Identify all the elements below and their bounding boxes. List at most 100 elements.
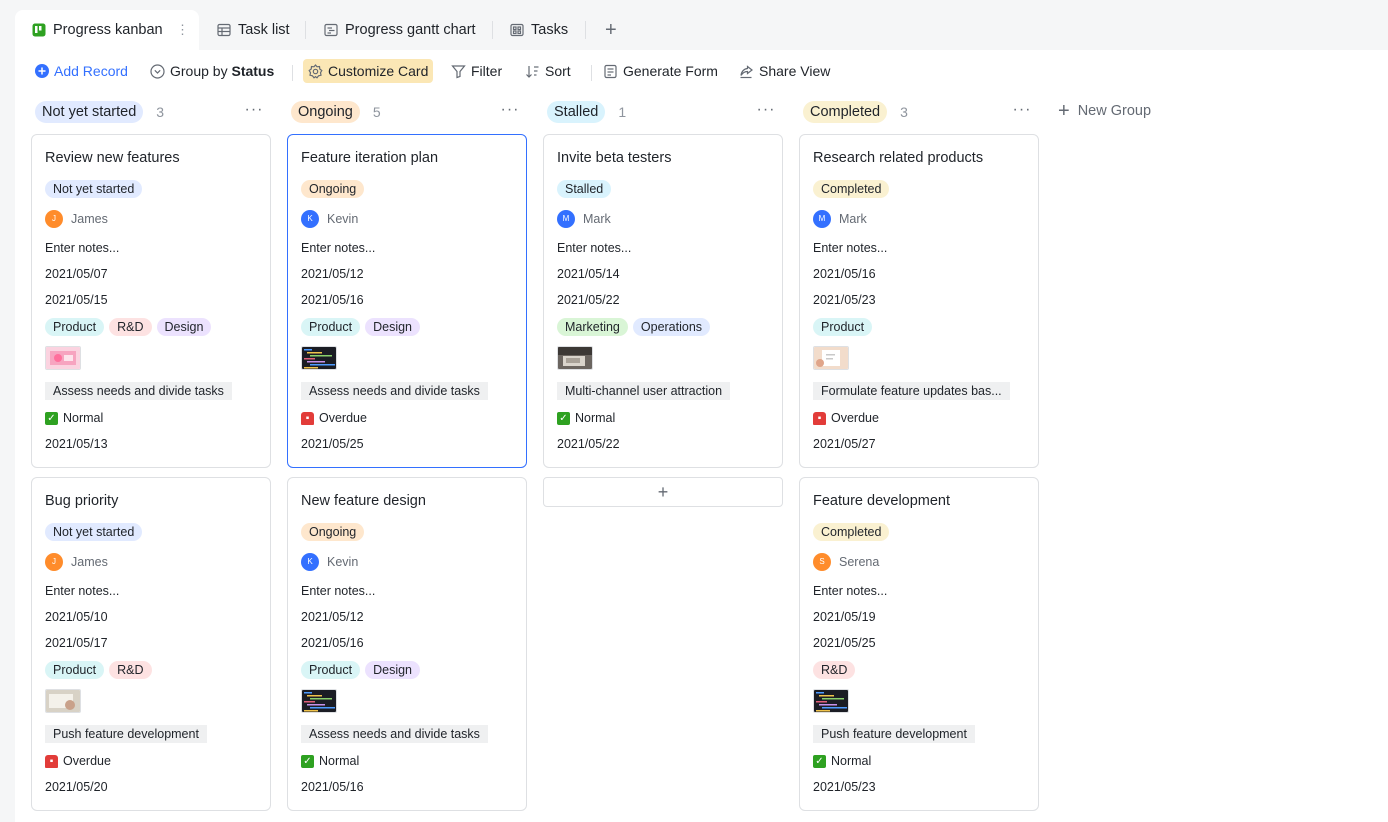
- generate-form-button[interactable]: Generate Form: [603, 60, 718, 82]
- tab-tasks[interactable]: Tasks: [510, 10, 568, 50]
- customize-card-button[interactable]: Customize Card: [303, 59, 434, 83]
- kanban-card[interactable]: Invite beta testers Stalled M Mark Enter not…: [543, 134, 783, 468]
- card-attachment-row: [301, 688, 337, 714]
- linked-record[interactable]: Push feature development: [813, 725, 975, 743]
- attachment-thumbnail[interactable]: [813, 689, 849, 713]
- card-attachment-row: [813, 688, 849, 714]
- card-link-row: Assess needs and divide tasks: [301, 724, 488, 744]
- card-end-date: 2021/05/15: [45, 293, 108, 307]
- kanban-card[interactable]: Review new features Not yet started J James…: [31, 134, 271, 468]
- sort-button[interactable]: Sort: [525, 60, 571, 82]
- column-more-icon[interactable]: ···: [1012, 100, 1032, 120]
- form-icon: [603, 64, 618, 79]
- card-notes: Enter notes...: [301, 241, 376, 255]
- column-status-pill[interactable]: Stalled: [547, 101, 606, 123]
- linked-record[interactable]: Formulate feature updates bas...: [813, 382, 1010, 400]
- person-name: Kevin: [327, 555, 359, 569]
- share-view-button[interactable]: Share View: [739, 60, 830, 82]
- attachment-thumbnail[interactable]: [45, 689, 81, 713]
- attachment-thumbnail[interactable]: [45, 346, 81, 370]
- kanban-card[interactable]: Bug priority Not yet started J James Enter n…: [31, 477, 271, 811]
- category-tag: R&D: [813, 661, 856, 679]
- siren-icon: ▪: [301, 411, 314, 425]
- add-record-button[interactable]: Add Record: [35, 60, 128, 82]
- column-more-icon[interactable]: ···: [500, 100, 520, 120]
- attachment-thumbnail[interactable]: [301, 346, 337, 370]
- person-name: James: [71, 212, 108, 226]
- tab-progress-kanban[interactable]: Progress kanban: [15, 10, 199, 50]
- card-health-row: ✓ Normal: [45, 408, 103, 428]
- add-record-label: Add Record: [54, 63, 128, 79]
- card-notes: Enter notes...: [813, 584, 888, 598]
- kanban-card[interactable]: Feature iteration plan Ongoing K Kevin Enter…: [287, 134, 527, 468]
- card-due-date: 2021/05/25: [301, 437, 364, 451]
- tab-more-icon[interactable]: ⋮: [176, 22, 189, 38]
- card-link-row: Multi-channel user attraction: [557, 381, 731, 401]
- attachment-thumbnail[interactable]: [813, 346, 849, 370]
- new-group-button[interactable]: + New Group: [1058, 101, 1151, 121]
- view-toolbar: Add Record Group by Status Customize Car…: [15, 50, 1388, 90]
- column-more-icon[interactable]: ···: [244, 100, 264, 120]
- avatar: M: [813, 210, 831, 228]
- card-person-row: J James: [45, 552, 108, 572]
- sort-icon: [525, 64, 540, 79]
- linked-record[interactable]: Multi-channel user attraction: [557, 382, 731, 400]
- column-status-pill[interactable]: Completed: [803, 101, 888, 123]
- card-status-tag: Not yet started: [45, 523, 143, 541]
- health-status: Overdue: [63, 754, 111, 768]
- gallery-icon: [510, 23, 524, 37]
- card-person-row: M Mark: [557, 209, 611, 229]
- group-by-button[interactable]: Group by Status: [150, 60, 274, 82]
- grid-table-icon: [217, 23, 231, 37]
- linked-record[interactable]: Assess needs and divide tasks: [45, 382, 232, 400]
- add-view-plus-icon[interactable]: +: [605, 20, 617, 40]
- column-count: 5: [372, 104, 381, 120]
- card-due-date: 2021/05/27: [813, 437, 876, 451]
- card-end-date: 2021/05/23: [813, 293, 876, 307]
- attachment-thumbnail[interactable]: [557, 346, 593, 370]
- column-count: 3: [900, 104, 908, 120]
- kanban-card[interactable]: Research related products Completed M Mark E…: [799, 134, 1039, 468]
- card-health-row: ✓ Normal: [301, 751, 359, 771]
- tab-label: Progress kanban: [53, 22, 163, 38]
- column-more-icon[interactable]: ···: [756, 100, 776, 120]
- category-tag: Design: [365, 661, 421, 679]
- linked-record[interactable]: Push feature development: [45, 725, 207, 743]
- filter-icon: [451, 64, 466, 79]
- chevron-circle-icon: [150, 63, 165, 79]
- category-tag: Product: [45, 661, 105, 679]
- card-title: Research related products: [813, 150, 984, 166]
- person-name: Kevin: [327, 212, 359, 226]
- health-status: Overdue: [319, 411, 367, 425]
- card-notes: Enter notes...: [813, 241, 888, 255]
- tab-progress-gantt[interactable]: Progress gantt chart: [324, 10, 476, 50]
- tab-label: Tasks: [531, 22, 569, 38]
- health-status: Normal: [319, 754, 360, 768]
- tab-divider: [305, 21, 306, 39]
- kanban-card[interactable]: Feature development Completed S Serena Enter…: [799, 477, 1039, 811]
- card-notes: Enter notes...: [557, 241, 632, 255]
- person-name: James: [71, 555, 108, 569]
- column-status-pill[interactable]: Not yet started: [35, 101, 144, 123]
- card-due-date: 2021/05/22: [557, 437, 620, 451]
- toolbar-divider: [292, 65, 293, 81]
- card-start-date: 2021/05/12: [301, 267, 364, 281]
- tab-task-list[interactable]: Task list: [217, 10, 290, 50]
- linked-record[interactable]: Assess needs and divide tasks: [301, 382, 488, 400]
- card-start-date: 2021/05/07: [45, 267, 108, 281]
- card-link-row: Assess needs and divide tasks: [301, 381, 488, 401]
- kanban-card[interactable]: New feature design Ongoing K Kevin Enter not…: [287, 477, 527, 811]
- card-attachment-row: [45, 688, 81, 714]
- kanban-app: Progress kanban ⋮ Task list Progress gan…: [15, 10, 1388, 822]
- card-status-row: Not yet started: [45, 179, 147, 199]
- card-due-date: 2021/05/23: [813, 780, 876, 794]
- check-icon: ✓: [301, 754, 314, 768]
- linked-record[interactable]: Assess needs and divide tasks: [301, 725, 488, 743]
- add-card-button[interactable]: +: [543, 477, 783, 507]
- card-status-tag: Ongoing: [301, 180, 365, 198]
- card-link-row: Formulate feature updates bas...: [813, 381, 1010, 401]
- card-attachment-row: [557, 345, 593, 371]
- column-status-pill[interactable]: Ongoing: [291, 101, 360, 123]
- filter-button[interactable]: Filter: [451, 60, 502, 82]
- attachment-thumbnail[interactable]: [301, 689, 337, 713]
